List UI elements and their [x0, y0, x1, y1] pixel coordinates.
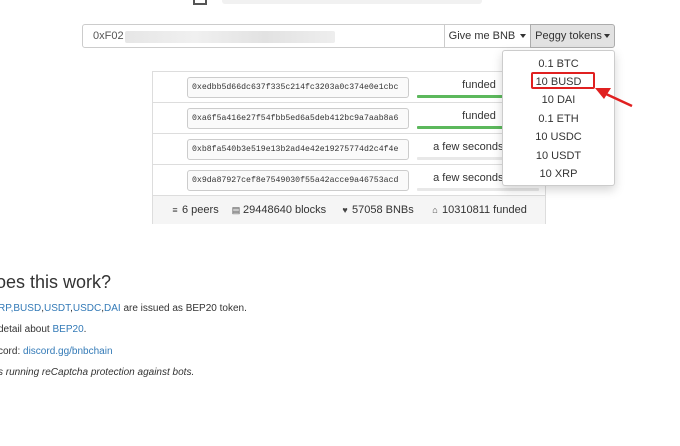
requests-table: 0xedbb5d66dc637f335c214fc3203a0c374e0e1c… [152, 71, 546, 224]
info-line-tokens: RP,BUSD,USDT,USDC,DAI are issued as BEP2… [0, 303, 247, 314]
highlight-box [531, 72, 595, 89]
give-bnb-button[interactable]: Give me BNB [444, 24, 531, 48]
request-address: 0xa6f5a416e27f54fbb5ed6a5deb412bc9a7aab8… [187, 108, 409, 129]
request-progress [417, 188, 539, 191]
table-row: 0xb8fa540b3e519e13b2ad4e42e19275774d2c4f… [153, 134, 545, 165]
funded-count: 10310811 funded [442, 204, 527, 216]
discord-prefix: cord: [0, 346, 24, 357]
bank-icon: ⌂ [432, 205, 438, 215]
token-link-busd[interactable]: BUSD [13, 303, 41, 314]
peers-count: 6 peers [182, 204, 219, 216]
bnbs-count: 57058 BNBs [352, 204, 414, 216]
peggy-tokens-button[interactable]: Peggy tokens [530, 24, 615, 48]
recaptcha-note: s running reCaptcha protection against b… [0, 367, 195, 378]
table-row: 0xa6f5a416e27f54fbb5ed6a5deb412bc9a7aab8… [153, 103, 545, 134]
request-address: 0xedbb5d66dc637f335c214fc3203a0c374e0e1c… [187, 77, 409, 98]
address-redacted [125, 31, 335, 43]
token-link-xrp[interactable]: RP, [0, 303, 13, 314]
heartbeat-icon: ♥ [342, 205, 348, 215]
chevron-down-icon [520, 34, 527, 39]
token-link-usdc[interactable]: USDC [73, 303, 101, 314]
request-address: 0xb8fa540b3e519e13b2ad4e42e19275774d2c4f… [187, 139, 409, 160]
database-icon: ▤ [231, 205, 241, 215]
page-title-obscured [222, 0, 482, 4]
info-line-bep20: detail about BEP20. [0, 324, 86, 335]
menu-item-dai[interactable]: 10 DAI [503, 91, 614, 109]
rss-icon: ≡ [172, 205, 178, 215]
bep20-prefix: detail about [0, 324, 53, 335]
stat-bnbs: ♥ 57058 BNBs [340, 204, 414, 216]
stat-blocks: ▤ 29448640 blocks [231, 204, 326, 216]
title-icon [193, 0, 207, 5]
menu-item-xrp[interactable]: 10 XRP [503, 165, 614, 183]
menu-item-usdt[interactable]: 10 USDT [503, 147, 614, 165]
peggy-tokens-label: Peggy tokens [535, 30, 602, 42]
menu-item-usdc[interactable]: 10 USDC [503, 128, 614, 146]
address-input[interactable]: 0xF02 [82, 24, 445, 48]
stat-funded: ⌂ 10310811 funded [430, 204, 527, 216]
chevron-down-icon [603, 34, 610, 39]
table-row: 0x9da87927cef8e7549030f55a42acce9a46753a… [153, 165, 545, 196]
peggy-tokens-menu: 0.1 BTC 10 BUSD 10 DAI 0.1 ETH 10 USDC 1… [502, 50, 615, 186]
discord-link[interactable]: discord.gg/bnbchain [23, 346, 113, 357]
tokens-info-text: are issued as BEP20 token. [120, 303, 247, 314]
bep20-suffix: . [83, 324, 87, 335]
menu-item-btc[interactable]: 0.1 BTC [503, 55, 614, 73]
info-line-recaptcha: s running reCaptcha protection against b… [0, 367, 194, 378]
give-bnb-label: Give me BNB [448, 30, 516, 42]
info-line-discord: cord: discord.gg/bnbchain [0, 346, 113, 357]
bep20-link[interactable]: BEP20 [53, 324, 84, 335]
menu-item-eth[interactable]: 0.1 ETH [503, 110, 614, 128]
stats-footer: ≡ 6 peers ▤ 29448640 blocks ♥ 57058 BNBs ⌂ 1… [153, 196, 545, 224]
how-heading: oes this work? [0, 272, 112, 292]
table-row: 0xedbb5d66dc637f335c214fc3203a0c374e0e1c… [153, 72, 545, 103]
token-link-dai[interactable]: DAI [104, 303, 121, 314]
token-link-usdt[interactable]: USDT [44, 303, 70, 314]
address-prefix: 0xF02 [93, 30, 124, 42]
request-address: 0x9da87927cef8e7549030f55a42acce9a46753a… [187, 170, 409, 191]
blocks-count: 29448640 blocks [243, 204, 327, 216]
stat-peers: ≡ 6 peers [170, 204, 219, 216]
